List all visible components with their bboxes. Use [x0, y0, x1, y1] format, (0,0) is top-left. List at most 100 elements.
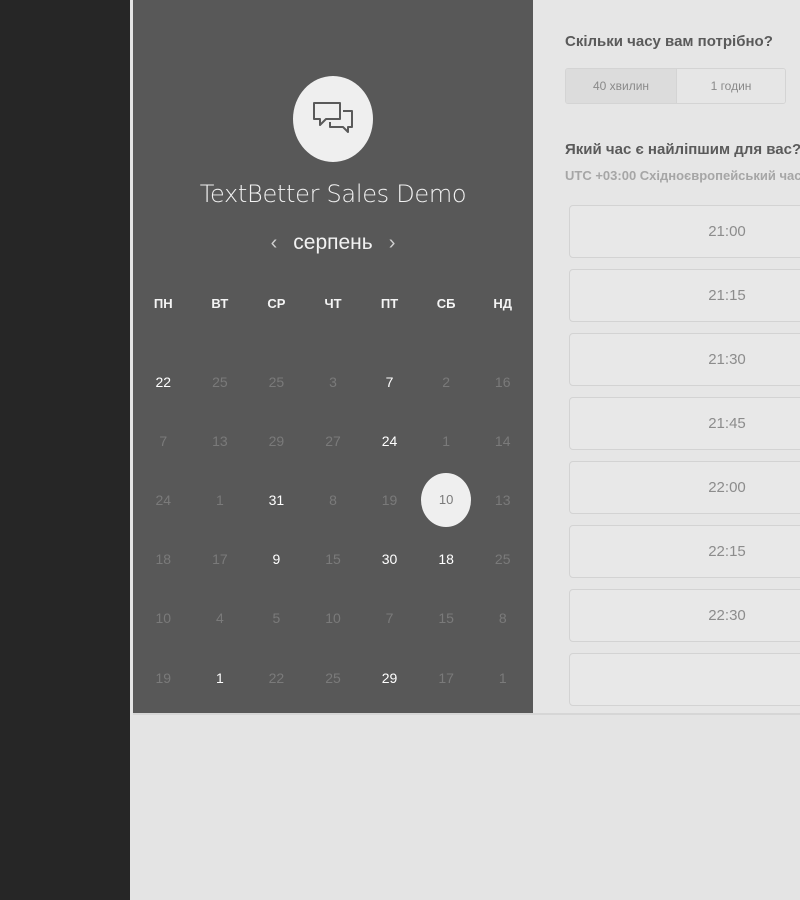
calendar-day[interactable]: 29 — [361, 648, 418, 707]
calendar-day-label: 19 — [381, 491, 398, 508]
calendar-panel: TextBetter Sales Demo ‹ серпень › ПН ВТ СР… — [133, 0, 533, 713]
calendar-day: 25 — [474, 530, 531, 589]
calendar-day-label: 13 — [494, 491, 511, 508]
calendar-day-label: 1 — [498, 669, 507, 686]
calendar-day: 29 — [248, 411, 305, 470]
calendar-day: 4 — [192, 589, 249, 648]
calendar-day-label: 1 — [215, 669, 224, 686]
duration-selector: 40 хвилин 1 годин — [565, 68, 786, 104]
duration-question: Скільки часу вам потрібно? — [565, 33, 773, 50]
calendar-day: 10 — [305, 589, 362, 648]
time-slot-button[interactable]: 22:00 — [569, 461, 800, 514]
calendar-day: 15 — [305, 530, 362, 589]
timezone-label[interactable]: UTC +03:00 Східноєвропейський час — [565, 168, 800, 183]
time-question: Який час є найліпшим для вас? — [565, 141, 800, 158]
calendar-day: 14 — [474, 411, 531, 470]
duration-option-1h[interactable]: 1 годин — [677, 69, 785, 103]
time-slot-button[interactable]: 21:15 — [569, 269, 800, 322]
calendar-day-label: 9 — [272, 551, 281, 568]
calendar-day[interactable]: 18 — [418, 530, 475, 589]
calendar-day-label: 7 — [385, 373, 394, 390]
calendar-day[interactable]: 24 — [361, 411, 418, 470]
calendar-day-label: 25 — [212, 373, 228, 390]
calendar-day: 16 — [474, 352, 531, 411]
calendar-day-label: 3 — [329, 373, 337, 390]
duration-option-40min[interactable]: 40 хвилин — [566, 69, 677, 103]
calendar-day[interactable]: 30 — [361, 530, 418, 589]
calendar-day-label: 30 — [381, 551, 398, 568]
weekday-label: ПН — [153, 296, 173, 311]
month-navigation: ‹ серпень › — [133, 231, 533, 255]
calendar-day: 18 — [135, 530, 192, 589]
weekday-label: ЧТ — [324, 296, 342, 311]
time-slot-button[interactable]: 21:45 — [569, 397, 800, 450]
booking-widget: TextBetter Sales Demo ‹ серпень › ПН ВТ СР… — [133, 0, 800, 713]
calendar-day: 17 — [418, 648, 475, 707]
calendar-day: 25 — [305, 648, 362, 707]
booking-panel: Скільки часу вам потрібно? 40 хвилин 1 г… — [533, 0, 800, 713]
calendar-day: 3 — [305, 352, 362, 411]
calendar-day: 1 — [192, 470, 249, 529]
weekday-label: СР — [267, 296, 286, 311]
time-slot-button[interactable]: 22:30 — [569, 589, 800, 642]
calendar-days-grid: 22 25 25 3 7 2 16 7 13 29 27 24 1 14 24 1 31 8 19 10 13 18 17 9… — [135, 352, 531, 707]
calendar-day: 22 — [248, 648, 305, 707]
time-slot-label: 21:15 — [708, 287, 746, 304]
time-slot-button[interactable]: 22:15 — [569, 525, 800, 578]
chevron-right-icon[interactable]: › — [379, 232, 406, 255]
weekday-header: ПН ВТ СР ЧТ ПТ СБ НД — [135, 296, 531, 311]
chevron-left-icon[interactable]: ‹ — [261, 232, 288, 255]
calendar-day-label: 17 — [438, 669, 454, 686]
weekday-label: ВТ — [211, 296, 229, 311]
time-slot-button[interactable]: 21:00 — [569, 205, 800, 258]
calendar-day: 27 — [305, 411, 362, 470]
calendar-day[interactable]: 22 — [135, 352, 192, 411]
calendar-day-label: 8 — [329, 491, 337, 508]
calendar-day-label: 18 — [438, 551, 454, 568]
calendar-day-label: 24 — [155, 491, 172, 508]
calendar-day-label: 5 — [272, 610, 281, 627]
calendar-day-label: 7 — [159, 432, 168, 449]
calendar-day-label: 13 — [212, 432, 228, 449]
calendar-day-label: 18 — [155, 551, 172, 568]
widget-bottom-border — [133, 713, 800, 715]
calendar-day: 7 — [361, 589, 418, 648]
time-slot-label: 22:15 — [708, 543, 746, 560]
calendar-day: 25 — [248, 352, 305, 411]
calendar-day: 10 — [135, 589, 192, 648]
calendar-day-label: 19 — [155, 669, 172, 686]
calendar-day-label: 1 — [442, 432, 451, 449]
calendar-day: 19 — [135, 648, 192, 707]
month-label: серпень — [293, 231, 373, 254]
calendar-day[interactable]: 1 — [192, 648, 249, 707]
calendar-day: 13 — [474, 470, 531, 529]
calendar-day: 8 — [305, 470, 362, 529]
weekday-label: ПТ — [380, 296, 399, 311]
calendar-day-selected[interactable]: 10 — [418, 470, 475, 529]
calendar-day-label: 25 — [494, 551, 511, 568]
logo — [293, 76, 373, 162]
calendar-day: 24 — [135, 470, 192, 529]
calendar-day[interactable]: 31 — [248, 470, 305, 529]
weekday-label: СБ — [436, 296, 456, 311]
calendar-day: 25 — [192, 352, 249, 411]
calendar-day-label: 22 — [155, 373, 172, 390]
calendar-day: 2 — [418, 352, 475, 411]
time-slot-label: 22:30 — [708, 607, 746, 624]
time-slot-button[interactable] — [569, 653, 800, 706]
time-slot-label: 21:30 — [708, 351, 746, 368]
calendar-day: 1 — [474, 648, 531, 707]
calendar-day: 13 — [192, 411, 249, 470]
calendar-day-label: 29 — [381, 669, 398, 686]
calendar-day[interactable]: 9 — [248, 530, 305, 589]
time-slot-button[interactable]: 21:30 — [569, 333, 800, 386]
calendar-day-label: 10 — [155, 610, 172, 627]
calendar-day-label: 29 — [268, 432, 285, 449]
calendar-day: 1 — [418, 411, 475, 470]
calendar-day-label: 31 — [268, 491, 285, 508]
calendar-day-label: 7 — [385, 610, 394, 627]
calendar-day-label: 1 — [215, 491, 224, 508]
event-title: TextBetter Sales Demo — [199, 180, 467, 208]
calendar-day[interactable]: 7 — [361, 352, 418, 411]
time-slot-label: 22:00 — [708, 479, 746, 496]
